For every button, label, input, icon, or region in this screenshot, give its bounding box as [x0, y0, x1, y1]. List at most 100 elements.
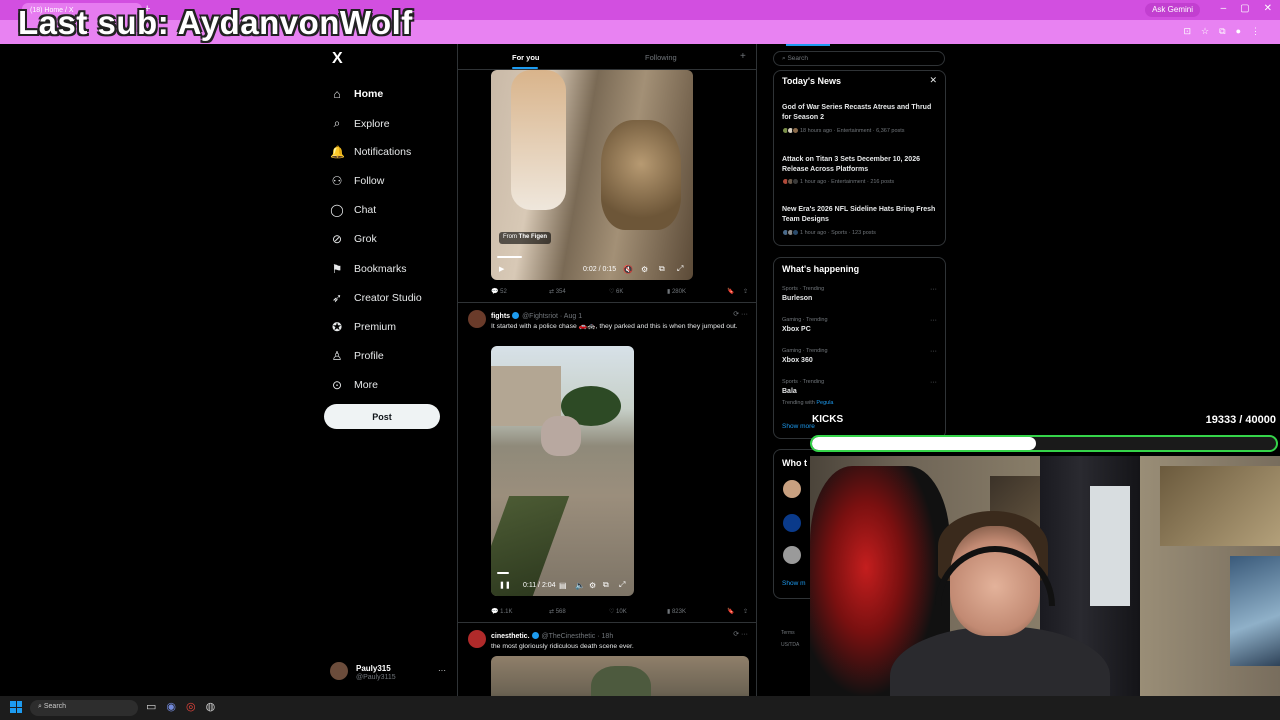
- ask-gemini-button[interactable]: Ask Gemini: [1145, 3, 1200, 17]
- tab-following[interactable]: Following: [645, 53, 677, 62]
- volume-icon[interactable]: 🔈: [575, 581, 585, 590]
- nav-item-home[interactable]: ⌂ Home: [330, 87, 383, 101]
- nav-item-notifications[interactable]: 🔔 Notifications: [330, 145, 411, 159]
- taskbar-search[interactable]: ⌕ Search: [30, 700, 138, 716]
- footer-terms-link[interactable]: Terms: [781, 630, 795, 636]
- mute-icon[interactable]: 🔇: [623, 265, 633, 274]
- discord-icon[interactable]: ◉: [166, 700, 176, 713]
- trend-name[interactable]: Xbox 360: [782, 357, 813, 364]
- nav-item-premium[interactable]: ✪ Premium: [330, 320, 396, 334]
- captions-icon[interactable]: ▤: [559, 581, 567, 590]
- nav-item-creator-studio[interactable]: ➶ Creator Studio: [330, 291, 422, 305]
- news-item-title[interactable]: God of War Series Recasts Atreus and Thr…: [782, 103, 942, 123]
- tab-for-you[interactable]: For you: [512, 53, 540, 62]
- tweet-more-icon[interactable]: ⟳ ···: [733, 630, 748, 638]
- more-icon: ⊙: [331, 378, 343, 392]
- account-handle: @Pauly3115: [356, 674, 396, 681]
- star-icon[interactable]: ☆: [1201, 26, 1209, 37]
- chrome-icon[interactable]: ◎: [186, 700, 196, 713]
- avatar[interactable]: [468, 630, 486, 648]
- share-icon[interactable]: ⇪: [743, 288, 748, 295]
- repost-button[interactable]: ⇄ 354: [549, 288, 566, 295]
- fullscreen-icon[interactable]: ⤢: [619, 580, 625, 590]
- extensions-icon[interactable]: ⧉: [1219, 26, 1225, 37]
- reply-button[interactable]: 💬 1.1K: [491, 608, 512, 615]
- windows-start-icon[interactable]: [10, 701, 22, 713]
- from-attribution[interactable]: From The Figen: [499, 232, 552, 244]
- minimize-icon[interactable]: –: [1221, 3, 1227, 14]
- nav-item-label: Profile: [354, 350, 384, 362]
- repost-button[interactable]: ⇄ 568: [549, 608, 566, 615]
- video-player[interactable]: [491, 656, 749, 696]
- nav-item-more[interactable]: ⊙ More: [330, 378, 378, 392]
- nav-item-label: Follow: [354, 175, 385, 187]
- avatar[interactable]: [783, 480, 801, 498]
- fullscreen-icon[interactable]: ⤢: [677, 264, 683, 274]
- news-item-title[interactable]: Attack on Titan 3 Sets December 10, 2026…: [782, 155, 942, 175]
- x-logo-icon[interactable]: X: [332, 50, 343, 68]
- account-switcher[interactable]: Pauly315 @Pauly3115 ···: [330, 662, 450, 684]
- play-icon[interactable]: ▶: [499, 265, 504, 273]
- tweet-author[interactable]: cinesthetic. @TheCinesthetic · 18h: [491, 632, 613, 640]
- trend-more-icon[interactable]: ···: [930, 286, 937, 293]
- playstation-icon[interactable]: [783, 514, 801, 532]
- trend-more-icon[interactable]: ···: [930, 317, 937, 324]
- add-tab-icon[interactable]: +: [740, 51, 746, 62]
- file-explorer-icon[interactable]: ▭: [146, 700, 156, 713]
- bookmark-icon[interactable]: 🔖: [727, 288, 734, 295]
- profile-avatar-icon[interactable]: ●: [1236, 26, 1241, 37]
- like-button[interactable]: ♡ 10K: [609, 608, 627, 615]
- video-controls: ▶ 0:02 / 0:15 🔇 ⚙ ⧉ ⤢: [491, 258, 693, 280]
- install-icon[interactable]: ⊡: [1184, 26, 1192, 37]
- views-button[interactable]: ▮ 823K: [667, 608, 686, 615]
- nav-item-follow[interactable]: ⚇ Follow: [330, 174, 385, 188]
- trend-more-icon[interactable]: ···: [930, 379, 937, 386]
- active-tab-indicator: [512, 67, 538, 69]
- news-item-title[interactable]: New Era's 2026 NFL Sideline Hats Bring F…: [782, 205, 942, 225]
- video-player[interactable]: ❚❚ 0:11 / 2:04 ▤ 🔈 ⚙ ⧉ ⤢: [491, 346, 634, 596]
- trend-name[interactable]: Burleson: [782, 295, 812, 302]
- grok-icon: ⊘: [331, 232, 343, 246]
- trend-name[interactable]: Xbox PC: [782, 326, 811, 333]
- like-button[interactable]: ♡ 6K: [609, 288, 623, 295]
- nav-item-explore[interactable]: ⌕ Explore: [330, 116, 390, 131]
- toolbar-icons: ⊡ ☆ ⧉ ● ⋮: [1184, 26, 1261, 37]
- trend-more-icon[interactable]: ···: [930, 348, 937, 355]
- nav-item-grok[interactable]: ⊘ Grok: [330, 232, 377, 246]
- pip-icon[interactable]: ⧉: [659, 264, 665, 274]
- nav-item-chat[interactable]: ◯ Chat: [330, 203, 376, 217]
- tweet-more-icon[interactable]: ⟳ ···: [733, 310, 748, 318]
- avatar[interactable]: [783, 546, 801, 564]
- avatar[interactable]: [468, 310, 486, 328]
- window: [1090, 486, 1130, 606]
- reply-button[interactable]: 💬 52: [491, 288, 507, 295]
- settings-icon[interactable]: ⚙: [641, 265, 648, 274]
- show-more-link[interactable]: Show more: [782, 423, 815, 430]
- views-button[interactable]: ▮ 280K: [667, 288, 686, 295]
- nav-item-label: Creator Studio: [354, 292, 422, 304]
- show-more-link[interactable]: Show m: [782, 580, 805, 587]
- more-dots-icon[interactable]: ···: [438, 666, 446, 675]
- settings-icon[interactable]: ⚙: [589, 581, 596, 590]
- obs-icon[interactable]: ◍: [206, 700, 216, 713]
- video-player[interactable]: From The Figen ▶ 0:02 / 0:15 🔇 ⚙ ⧉ ⤢: [491, 70, 693, 280]
- post-button[interactable]: Post: [324, 404, 440, 429]
- nav-item-profile[interactable]: ♙ Profile: [330, 349, 384, 363]
- pip-icon[interactable]: ⧉: [603, 580, 609, 590]
- tweet-author[interactable]: fights @Fightsriot · Aug 1: [491, 312, 582, 320]
- nav-item-label: Explore: [354, 117, 390, 130]
- pause-icon[interactable]: ❚❚: [499, 581, 511, 589]
- wall-poster: [1230, 556, 1280, 666]
- share-icon[interactable]: ⇪: [743, 608, 748, 615]
- tweet-divider: [458, 622, 756, 623]
- nav-item-bookmarks[interactable]: ⚑ Bookmarks: [330, 262, 407, 276]
- trend-name[interactable]: Bala: [782, 388, 797, 395]
- maximize-icon[interactable]: ▢: [1240, 3, 1249, 14]
- close-icon[interactable]: ✕: [929, 75, 937, 86]
- bookmark-icon[interactable]: 🔖: [727, 608, 734, 615]
- nav-item-label: Grok: [354, 233, 377, 245]
- close-window-icon[interactable]: ✕: [1264, 3, 1272, 14]
- search-input[interactable]: ⌕ Search: [773, 51, 945, 66]
- last-sub-overlay: Last sub: AydanvonWolf: [18, 4, 413, 41]
- menu-icon[interactable]: ⋮: [1251, 26, 1260, 37]
